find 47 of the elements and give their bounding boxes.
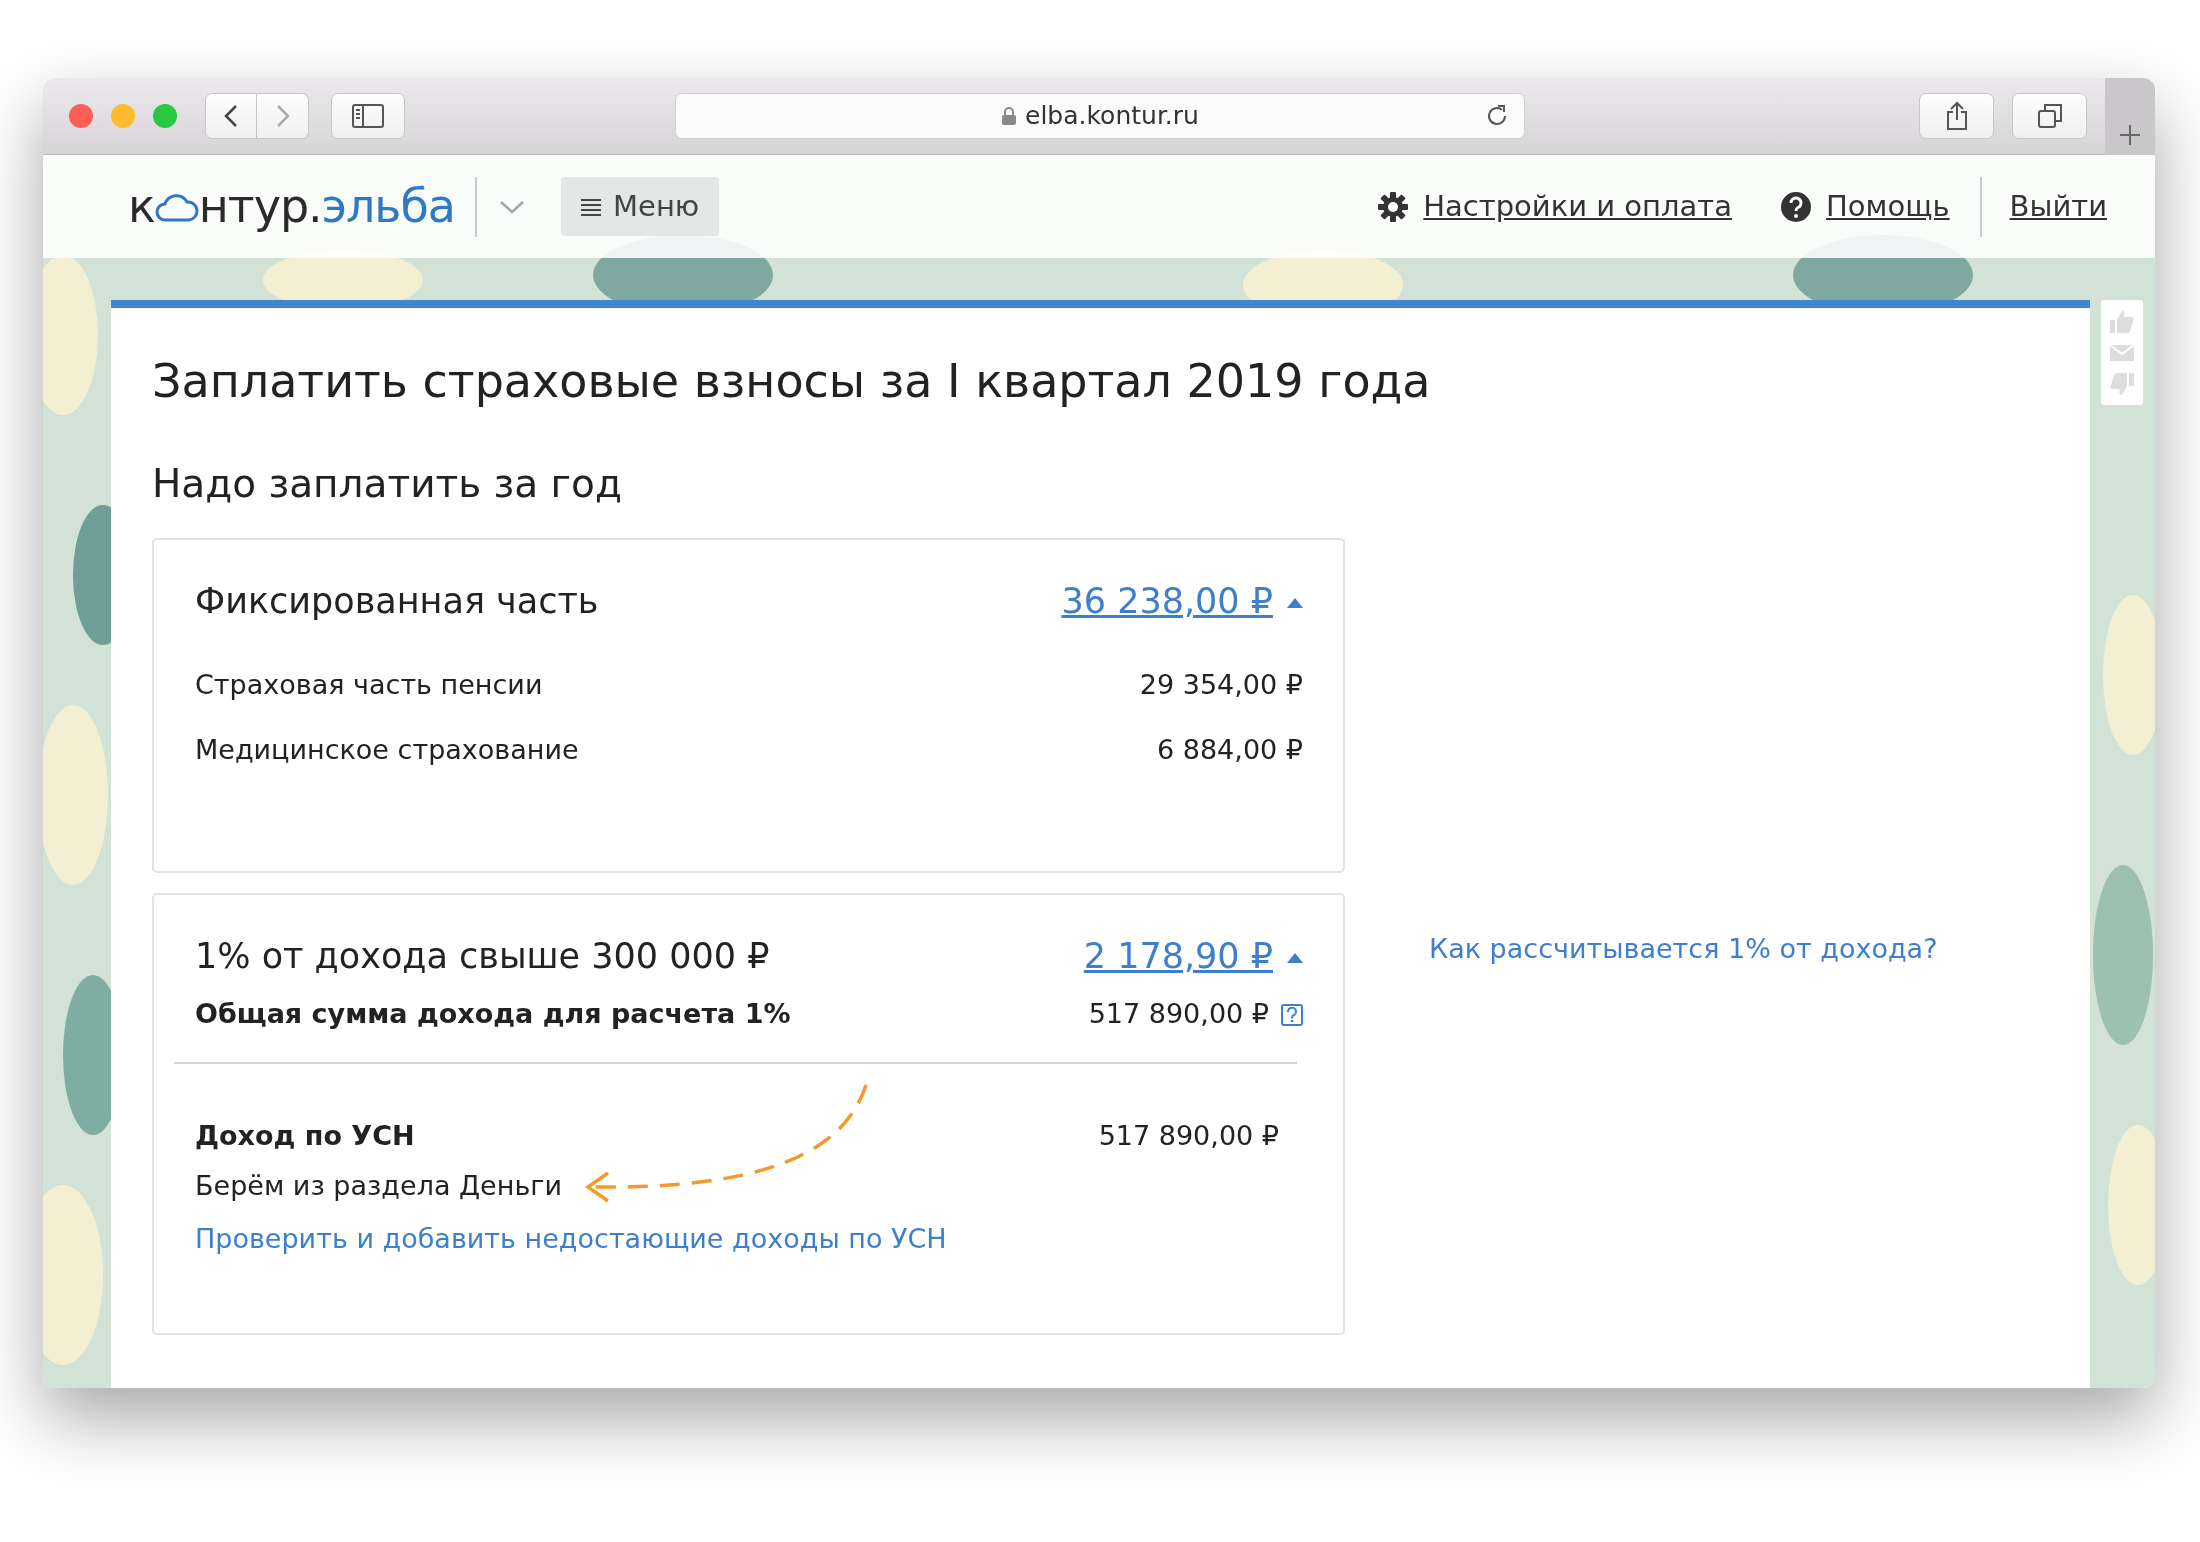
amount-toggle[interactable]: 2 178,90 ₽ bbox=[1083, 930, 1303, 983]
help-link[interactable]: Как рассчитывается 1% от дохода? bbox=[1429, 929, 1938, 970]
menu-icon bbox=[581, 197, 602, 216]
row-label: Общая сумма дохода для расчета 1% bbox=[195, 997, 791, 1032]
tabs-button[interactable] bbox=[2012, 93, 2087, 139]
plus-icon bbox=[2118, 123, 2142, 147]
minimize-button[interactable] bbox=[111, 104, 135, 128]
envelope-icon[interactable] bbox=[2110, 344, 2134, 361]
amount-toggle[interactable]: 36 238,00 ₽ bbox=[1061, 575, 1303, 628]
thumbs-up-icon[interactable] bbox=[2109, 309, 2135, 334]
address-bar[interactable]: elba.kontur.ru bbox=[675, 93, 1525, 139]
maximize-button[interactable] bbox=[153, 104, 177, 128]
section-title: 1% от дохода свыше 300 000 ₽ bbox=[195, 935, 770, 978]
back-icon bbox=[224, 104, 238, 128]
row-value: 517 890,00 ₽ bbox=[1088, 997, 1269, 1032]
row-label: Медицинское страхование bbox=[195, 733, 579, 767]
row-label: Страховая часть пенсии bbox=[195, 668, 543, 703]
share-button[interactable] bbox=[1919, 93, 1994, 139]
close-button[interactable] bbox=[69, 104, 93, 128]
section-heading: Надо заплатить за год bbox=[152, 461, 623, 508]
sidebar-icon bbox=[352, 104, 384, 128]
logo[interactable]: к нтур.эльба bbox=[128, 172, 456, 241]
menu-button[interactable]: Меню bbox=[561, 177, 720, 236]
source-note: Берём из раздела Деньги bbox=[195, 1169, 563, 1204]
back-button[interactable] bbox=[205, 93, 257, 139]
logout-link[interactable]: Выйти bbox=[2009, 184, 2107, 229]
address-text: elba.kontur.ru bbox=[1025, 100, 1199, 133]
cloud-icon bbox=[154, 191, 199, 222]
forward-icon bbox=[275, 104, 290, 128]
section-title: Фиксированная часть bbox=[195, 580, 599, 623]
thumbs-down-icon[interactable] bbox=[2109, 371, 2135, 396]
help-icon bbox=[1780, 190, 1813, 223]
settings-link[interactable]: Настройки и оплата bbox=[1377, 184, 1733, 229]
row-value: 29 354,00 ₽ bbox=[1139, 668, 1303, 703]
page-title: Заплатить страховые взносы за I квартал 2019 года bbox=[152, 354, 1432, 410]
sidebar-button[interactable] bbox=[331, 93, 405, 139]
tabs-icon bbox=[2036, 103, 2063, 129]
share-icon bbox=[1945, 101, 1968, 131]
row-value: 6 884,00 ₽ bbox=[1157, 733, 1303, 767]
check-incomes-link[interactable]: Проверить и добавить недостающие доходы по УСН bbox=[195, 1219, 947, 1260]
help-icon[interactable] bbox=[1281, 1003, 1303, 1026]
row-value: 517 890,00 ₽ bbox=[1098, 1119, 1279, 1153]
lock-icon bbox=[1001, 106, 1018, 126]
help-link[interactable]: Помощь bbox=[1780, 184, 1950, 229]
chevron-down-icon[interactable] bbox=[499, 198, 526, 215]
row-label: Доход по УСН bbox=[195, 1119, 415, 1153]
settings-icon bbox=[1377, 190, 1410, 223]
